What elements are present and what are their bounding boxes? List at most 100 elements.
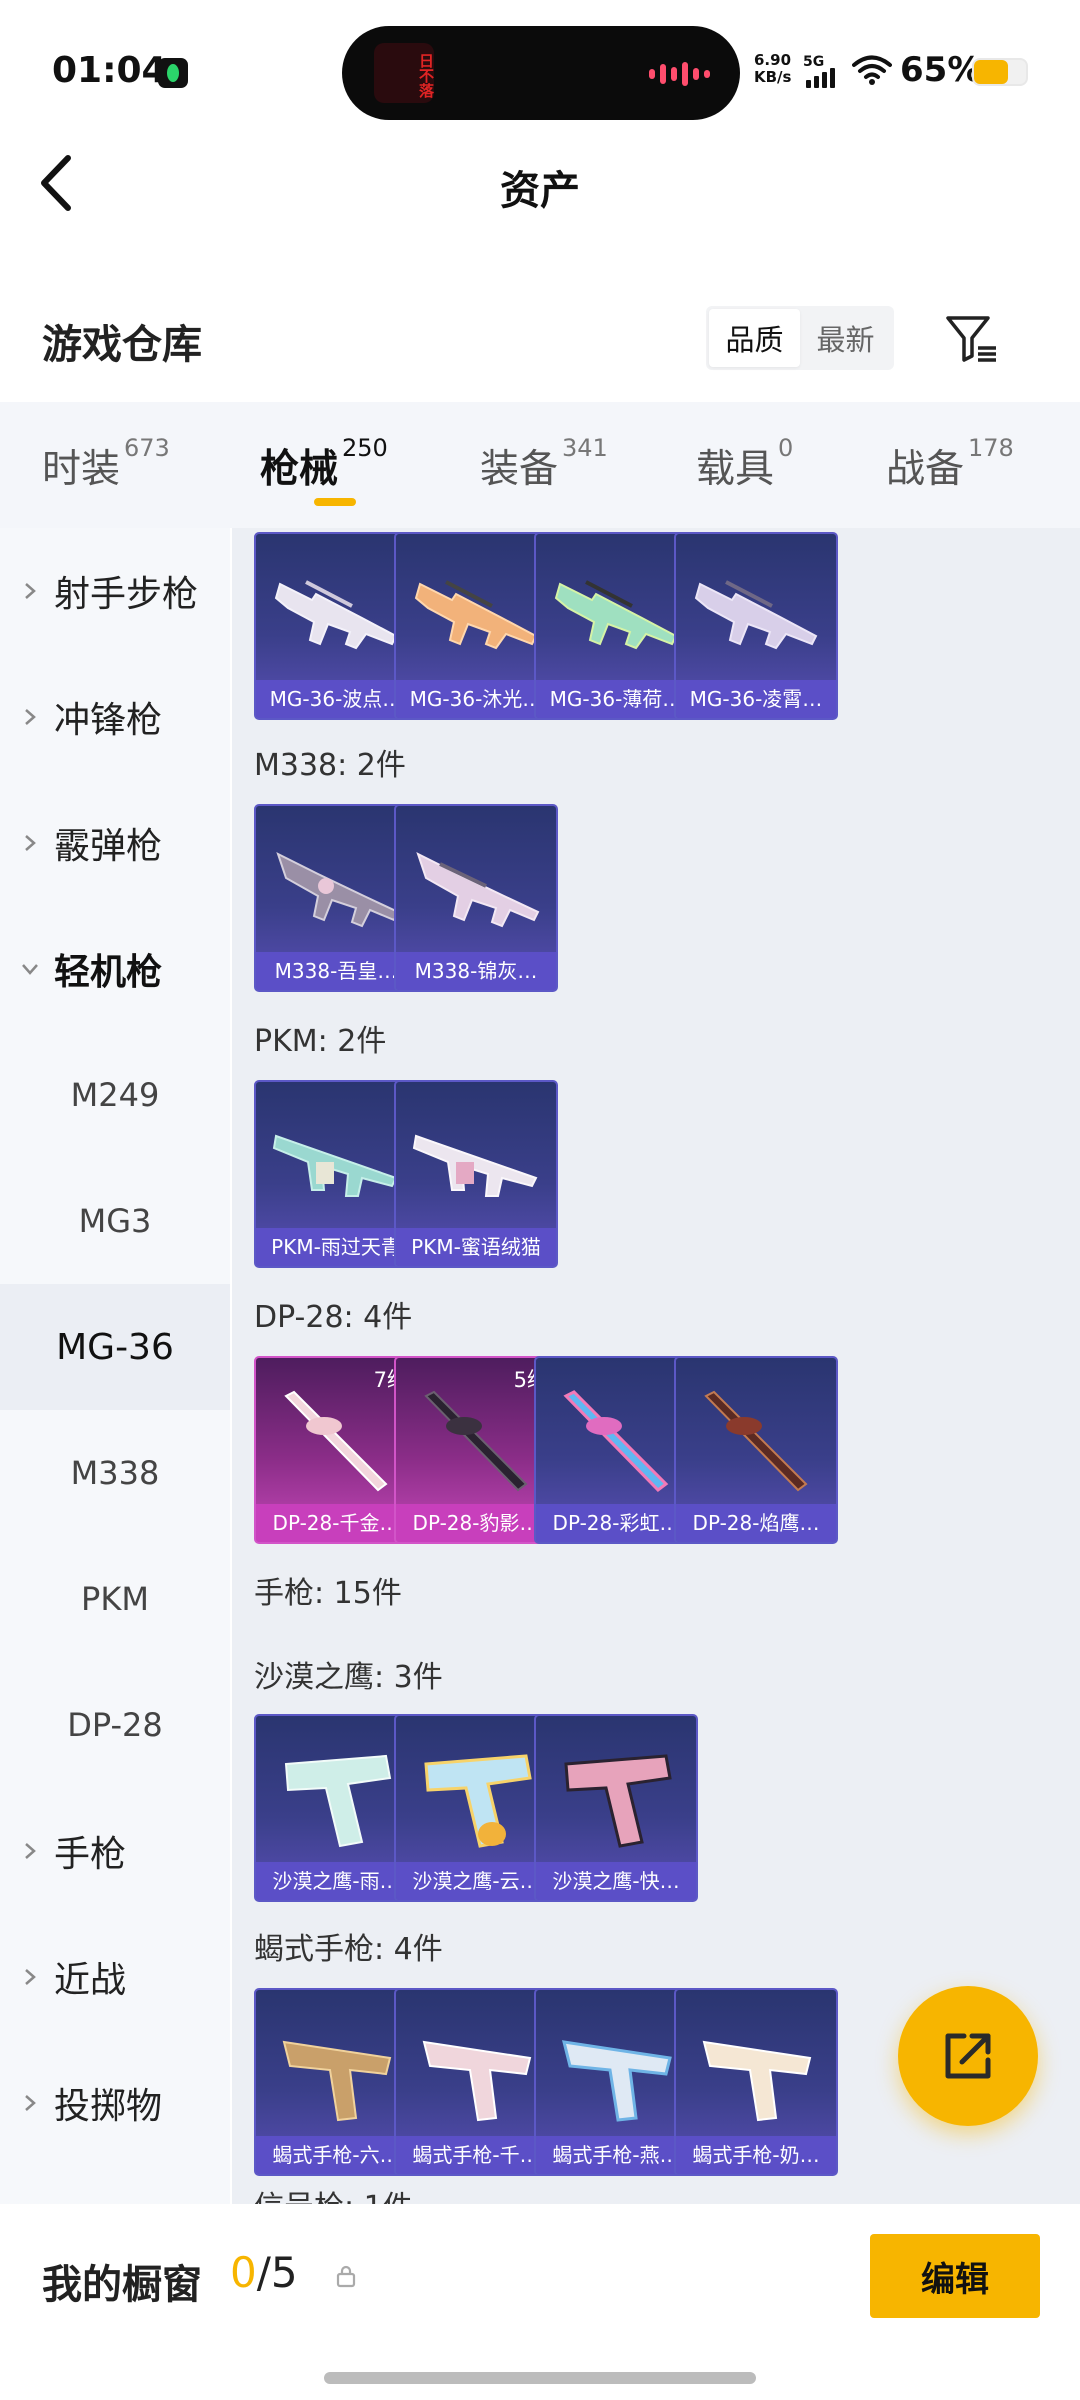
sidebar-item-label: 近战 [54,1960,127,2001]
sidebar-item-label: 手枪 [54,1834,127,1875]
sidebar-item-label: 霰弹枪 [54,826,163,867]
tab-label: 枪械 [260,447,339,492]
tab-equipment[interactable]: 装备 341 [480,434,608,494]
tab-label: 载具 [696,447,775,492]
item-card[interactable]: DP-28-焰鹰… [674,1356,838,1544]
status-bar: 01:04 日不落 6.90 KB/s 5G 65% [0,0,1080,130]
sidebar-item-label: 轻机枪 [54,952,163,993]
chevron-right-icon [25,835,36,851]
item-grid: MG-36-波点… MG-36-沐光… MG-36-薄荷… MG-36-凌霄… … [232,528,1080,2204]
item-name: M338-锦灰… [396,952,556,990]
category-tabs: 时装 673 枪械 250 装备 341 载具 0 战备 178 [0,402,1080,528]
signal-icon [806,68,835,88]
item-name: 沙漠之鹰-雨… [256,1862,416,1900]
share-button[interactable] [898,1986,1038,2126]
sidebar-item-throwable[interactable]: 投掷物 [0,2040,230,2166]
pistol-skin-image [284,1754,392,1848]
sidebar-item-lmg[interactable]: 轻机枪 [0,906,230,1032]
sidebar-subitem-pkm[interactable]: PKM [0,1536,230,1662]
sidebar-subitem-mg3[interactable]: MG3 [0,1158,230,1284]
pistol-skin-image [424,1754,532,1848]
sidebar-subitem-label: M338 [70,1454,160,1492]
home-indicator[interactable] [324,2372,756,2384]
chevron-right-icon [25,709,36,725]
bottom-bar: 我的橱窗 0/5 编辑 [0,2204,1080,2400]
sidebar-subitem-label: MG3 [78,1202,152,1240]
sidebar-subitem-mg36[interactable]: MG-36 [0,1284,230,1410]
sidebar-item-melee[interactable]: 近战 [0,1914,230,2040]
item-card[interactable]: PKM-蜜语绒猫 [394,1080,558,1268]
sidebar-item-pistol[interactable]: 手枪 [0,1788,230,1914]
edit-button[interactable]: 编辑 [870,2234,1040,2318]
item-name: MG-36-凌霄… [676,680,836,718]
music-app-icon [158,58,188,88]
item-card[interactable]: MG-36-凌霄… [674,532,838,720]
sidebar-subitem-m338[interactable]: M338 [0,1410,230,1536]
active-tab-indicator [314,498,356,506]
tab-count: 673 [124,434,170,462]
tab-count: 250 [342,434,388,462]
chevron-right-icon [25,583,36,599]
rifle-skin-image [554,580,678,650]
net-speed: 6.90 KB/s [754,52,791,86]
sort-quality-button[interactable]: 品质 [709,309,800,367]
sidebar-subitem-m249[interactable]: M249 [0,1032,230,1158]
rifle-skin-image [424,1390,528,1492]
tab-firearms[interactable]: 枪械 250 [260,434,388,494]
item-card[interactable]: M338-锦灰… [394,804,558,992]
rifle-skin-image [412,1134,538,1197]
item-name: 蝎式手枪-燕… [536,2136,696,2174]
item-card[interactable]: 沙漠之鹰-快… [534,1714,698,1902]
rifle-skin-image [272,1134,398,1197]
tab-count: 341 [562,434,608,462]
tab-vehicles[interactable]: 载具 0 [696,434,793,494]
group-label-dp28: DP-28: 4件 [254,1300,413,1335]
showcase-count-total: /5 [256,2248,298,2297]
chevron-right-icon [25,1843,36,1859]
rifle-skin-image [704,1390,808,1492]
dynamic-island[interactable]: 日不落 [342,26,740,120]
item-name: MG-36-薄荷… [536,680,696,718]
item-name: 蝎式手枪-六… [256,2136,416,2174]
sidebar-item-marksman-rifle[interactable]: 射手步枪 [0,528,230,654]
item-name: PKM-雨过天青 [256,1228,416,1266]
filter-icon[interactable] [944,312,1000,366]
showcase-label: 我的橱窗 [42,2262,202,2308]
sidebar-item-label: 冲锋枪 [54,700,163,741]
sidebar-subitem-label: MG-36 [56,1326,174,1368]
status-time: 01:04 [52,50,167,91]
album-art: 日不落 [374,43,435,103]
tab-supplies[interactable]: 战备 178 [886,434,1014,494]
tab-label: 战备 [886,447,965,492]
rifle-skin-image [276,852,400,928]
item-name: DP-28-彩虹… [536,1504,696,1542]
group-label-pistol: 手枪: 15件 [254,1576,402,1611]
tab-label: 装备 [480,447,559,492]
page-title: 资产 [500,168,580,214]
pistol-skin-image [702,2040,812,2122]
item-name: 蝎式手枪-千… [396,2136,556,2174]
tab-fashion[interactable]: 时装 673 [42,434,170,494]
section-title: 游戏仓库 [42,322,202,368]
item-name: DP-28-千金… [256,1504,416,1542]
item-name: M338-吾皇… [256,952,416,990]
item-card[interactable]: 蝎式手枪-奶… [674,1988,838,2176]
sort-newest-button[interactable]: 最新 [800,309,891,367]
battery-fill [974,60,1008,84]
sidebar-item-shotgun[interactable]: 霰弹枪 [0,780,230,906]
item-name: MG-36-波点… [256,680,416,718]
item-name: DP-28-豹影… [396,1504,556,1542]
item-name: 沙漠之鹰-云… [396,1862,556,1900]
item-name: DP-28-焰鹰… [676,1504,836,1542]
pistol-skin-image [564,1754,672,1848]
sidebar-subitem-dp28[interactable]: DP-28 [0,1662,230,1788]
sidebar-item-smg[interactable]: 冲锋枪 [0,654,230,780]
group-label-flare: 信号枪: 1件 [254,2182,413,2204]
battery-icon [972,58,1028,86]
sidebar-subitem-label: PKM [81,1580,149,1618]
sidebar-subitem-label: DP-28 [67,1706,163,1744]
tab-count: 0 [778,434,794,462]
tab-label: 时装 [42,447,121,492]
rifle-skin-image [414,580,538,650]
share-icon [945,2033,991,2079]
